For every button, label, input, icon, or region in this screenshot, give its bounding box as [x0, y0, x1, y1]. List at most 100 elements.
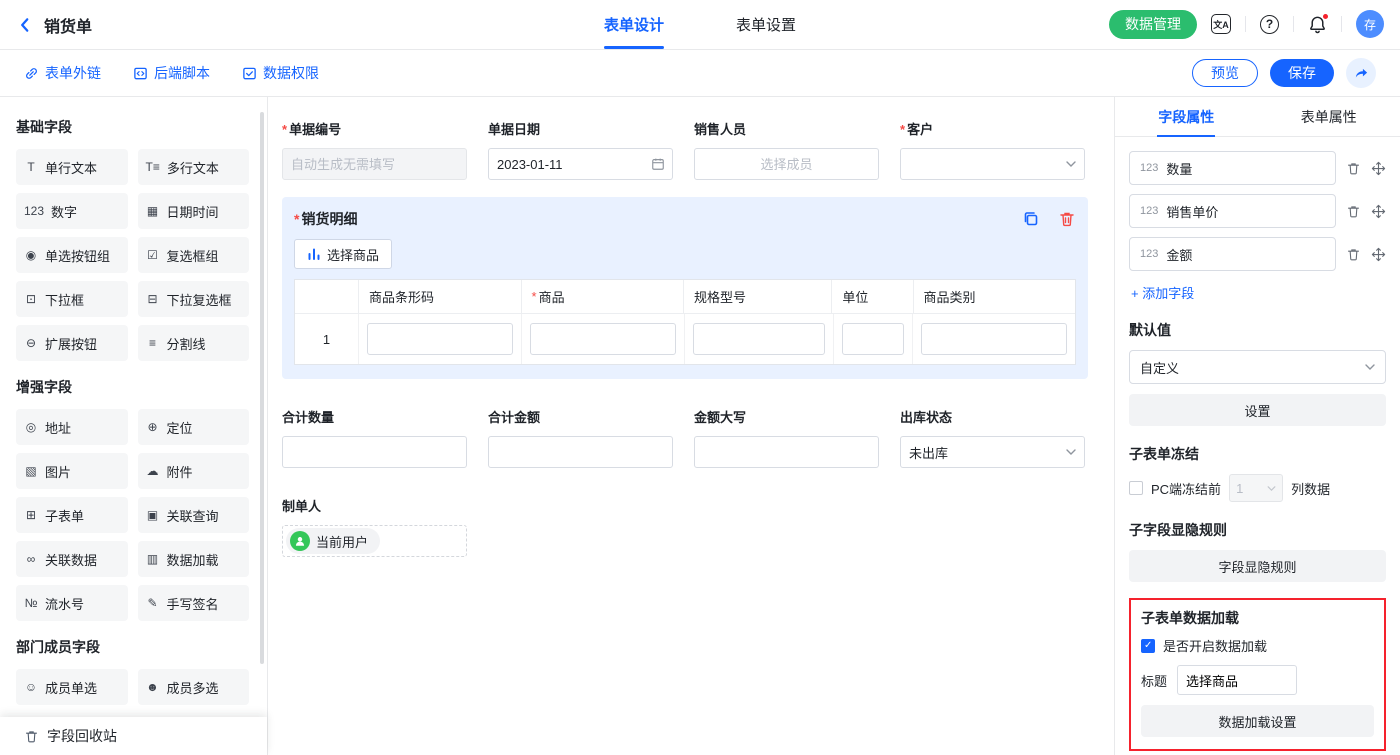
- data-load-title-field-label: 标题: [1141, 671, 1167, 690]
- sales-member-input[interactable]: [694, 148, 879, 180]
- field-item-data-load[interactable]: ▥数据加载: [138, 541, 250, 577]
- data-load-checkbox[interactable]: [1141, 639, 1155, 653]
- save-button[interactable]: 保存: [1270, 59, 1334, 88]
- subform-data-load-section: 子表单数据加载 是否开启数据加载 标题 数据加载设置: [1129, 598, 1386, 751]
- field-label: 金额大写: [694, 407, 879, 426]
- field-outbound-status[interactable]: 出库状态 未出库: [900, 407, 1085, 468]
- field-creator[interactable]: 制单人 当前用户: [282, 496, 1088, 557]
- field-item-select[interactable]: ⊡下拉框: [16, 281, 128, 317]
- field-item-radio-group[interactable]: ◉单选按钮组: [16, 237, 128, 273]
- field-recycle-bin[interactable]: 字段回收站: [0, 717, 267, 755]
- subfield-unit-price[interactable]: 123 销售单价: [1129, 194, 1336, 228]
- tab-form-properties[interactable]: 表单属性: [1258, 97, 1400, 136]
- freeze-count-select[interactable]: 1: [1229, 474, 1283, 502]
- copy-icon[interactable]: [1022, 210, 1040, 228]
- avatar[interactable]: 存: [1356, 10, 1384, 38]
- field-item-divider[interactable]: ≡分割线: [138, 325, 250, 361]
- bell-icon[interactable]: [1308, 15, 1327, 34]
- field-amount-words[interactable]: 金额大写: [694, 407, 879, 468]
- total-amount-input[interactable]: [488, 436, 673, 468]
- product-input[interactable]: [530, 323, 676, 355]
- translate-icon[interactable]: 文A: [1211, 14, 1231, 34]
- field-item-extend-button[interactable]: ⊖扩展按钮: [16, 325, 128, 361]
- outbound-status-select[interactable]: 未出库: [900, 436, 1085, 468]
- field-item-multi-select[interactable]: ⊟下拉复选框: [138, 281, 250, 317]
- field-visibility-rules-button[interactable]: 字段显隐规则: [1129, 550, 1386, 582]
- add-field-button[interactable]: + 添加字段: [1131, 283, 1384, 302]
- default-value-settings-button[interactable]: 设置: [1129, 394, 1386, 426]
- field-item-attachment[interactable]: ☁附件: [138, 453, 250, 489]
- field-doc-number[interactable]: 单据编号: [282, 119, 467, 180]
- back-button[interactable]: [16, 16, 34, 34]
- doc-number-input[interactable]: [282, 148, 467, 180]
- field-sales-member[interactable]: 销售人员: [694, 119, 879, 180]
- customer-select[interactable]: [900, 148, 1085, 180]
- current-user-tag[interactable]: 当前用户: [286, 528, 380, 554]
- trash-icon[interactable]: [1346, 161, 1361, 176]
- field-customer[interactable]: 客户: [900, 119, 1085, 180]
- trash-icon[interactable]: [1346, 247, 1361, 262]
- default-value-select[interactable]: 自定义: [1129, 350, 1386, 384]
- field-item-address[interactable]: ◎地址: [16, 409, 128, 445]
- divider-icon: ≡: [146, 336, 160, 350]
- barcode-input[interactable]: [367, 323, 513, 355]
- current-user-label: 当前用户: [316, 532, 368, 551]
- field-item-image[interactable]: ▧图片: [16, 453, 128, 489]
- total-quantity-input[interactable]: [282, 436, 467, 468]
- field-item-signature[interactable]: ✎手写签名: [138, 585, 250, 621]
- help-icon[interactable]: ?: [1260, 15, 1279, 34]
- choose-product-button[interactable]: 选择商品: [294, 239, 392, 269]
- category-input[interactable]: [921, 323, 1067, 355]
- subform-section[interactable]: 销货明细 选择商品 商品条形码 商品 规格型号: [282, 197, 1088, 379]
- move-icon[interactable]: [1371, 161, 1386, 176]
- field-total-amount[interactable]: 合计金额: [488, 407, 673, 468]
- field-item-member-single[interactable]: ☺成员单选: [16, 669, 128, 705]
- data-manage-button[interactable]: 数据管理: [1109, 10, 1197, 39]
- field-doc-date[interactable]: 单据日期: [488, 119, 673, 180]
- section-title: 基础字段: [16, 117, 249, 137]
- field-item-serial-number[interactable]: №流水号: [16, 585, 128, 621]
- data-load-settings-button[interactable]: 数据加载设置: [1141, 705, 1374, 737]
- unit-input[interactable]: [842, 323, 904, 355]
- field-item-checkbox-group[interactable]: ☑复选框组: [138, 237, 250, 273]
- move-icon[interactable]: [1371, 247, 1386, 262]
- doc-date-input[interactable]: [488, 148, 673, 180]
- field-item-multi-line-text[interactable]: T≡多行文本: [138, 149, 250, 185]
- creator-field-box[interactable]: 当前用户: [282, 525, 467, 557]
- field-item-linked-data[interactable]: ∞关联数据: [16, 541, 128, 577]
- subfield-quantity[interactable]: 123 数量: [1129, 151, 1336, 185]
- field-item-location[interactable]: ⊕定位: [138, 409, 250, 445]
- amount-words-input[interactable]: [694, 436, 879, 468]
- field-label: 客户: [900, 119, 1085, 138]
- subfield-amount[interactable]: 123 金额: [1129, 237, 1336, 271]
- field-total-quantity[interactable]: 合计数量: [282, 407, 467, 468]
- trash-icon[interactable]: [1058, 210, 1076, 228]
- field-library-sidebar: 基础字段 T单行文本 T≡多行文本 123数字 ▦日期时间 ◉单选按钮组 ☑复选…: [0, 97, 268, 755]
- trash-icon[interactable]: [1346, 204, 1361, 219]
- field-label: 合计数量: [282, 407, 467, 426]
- freeze-checkbox[interactable]: [1129, 481, 1143, 495]
- sidebar-scrollbar[interactable]: [260, 112, 264, 664]
- form-external-link-button[interactable]: 表单外链: [24, 63, 101, 83]
- field-item-number[interactable]: 123数字: [16, 193, 128, 229]
- attachment-icon: ☁: [146, 464, 160, 478]
- field-item-datetime[interactable]: ▦日期时间: [138, 193, 250, 229]
- tab-form-design[interactable]: 表单设计: [604, 0, 664, 49]
- main: 基础字段 T单行文本 T≡多行文本 123数字 ▦日期时间 ◉单选按钮组 ☑复选…: [0, 97, 1400, 755]
- tab-form-settings[interactable]: 表单设置: [736, 0, 796, 49]
- preview-button[interactable]: 预览: [1192, 59, 1258, 88]
- subfield-row-amount: 123 金额: [1129, 237, 1386, 271]
- tab-field-properties[interactable]: 字段属性: [1115, 97, 1258, 136]
- move-icon[interactable]: [1371, 204, 1386, 219]
- field-item-member-multi[interactable]: ☻成员多选: [138, 669, 250, 705]
- data-permission-button[interactable]: 数据权限: [242, 63, 319, 83]
- field-item-single-line-text[interactable]: T单行文本: [16, 149, 128, 185]
- share-button[interactable]: [1346, 58, 1376, 88]
- subform-icon: ⊞: [24, 508, 38, 522]
- field-grid: T单行文本 T≡多行文本 123数字 ▦日期时间 ◉单选按钮组 ☑复选框组 ⊡下…: [16, 149, 249, 361]
- field-item-linked-query[interactable]: ▣关联查询: [138, 497, 250, 533]
- spec-input[interactable]: [693, 323, 825, 355]
- field-item-subform[interactable]: ⊞子表单: [16, 497, 128, 533]
- data-load-title-input[interactable]: [1177, 665, 1297, 695]
- backend-script-button[interactable]: 后端脚本: [133, 63, 210, 83]
